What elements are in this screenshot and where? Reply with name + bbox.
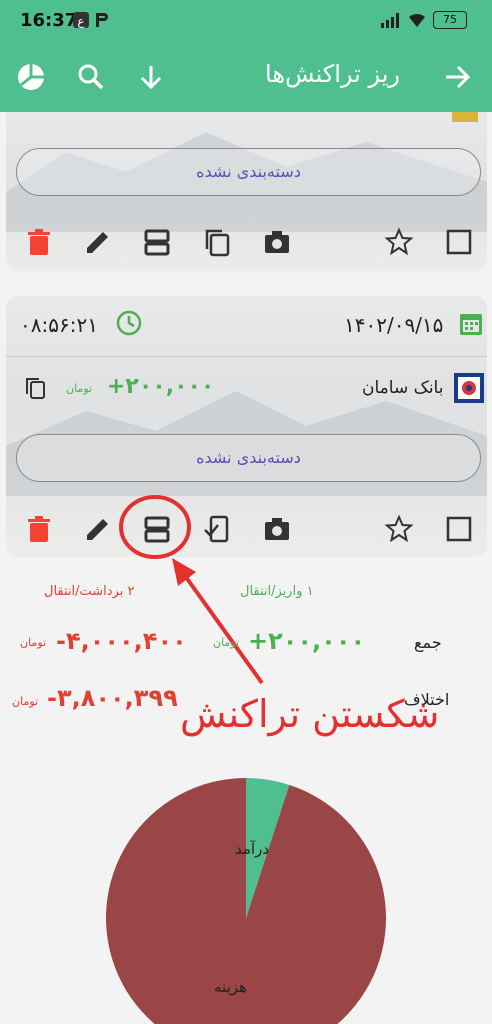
currency-label: تومان xyxy=(66,382,93,395)
battery-icon: 75 xyxy=(433,11,467,29)
deposit-count-label: ۱ واریز/انتقال xyxy=(240,584,314,599)
withdraw-count-label: ۲ برداشت/انتقال xyxy=(44,584,135,599)
transaction-card-2: ۰۸:۵۶:۲۱ ۱۴۰۲/۰۹/۱۵ تومان +۲۰۰,۰۰۰ بانک … xyxy=(6,296,487,557)
camera-icon[interactable] xyxy=(262,227,292,257)
app-notification-icon: ع xyxy=(73,12,89,28)
currency-label: تومان xyxy=(20,636,47,649)
wifi-icon xyxy=(409,13,425,27)
page-title: ریز تراکنش‌ها xyxy=(265,60,400,88)
edit-icon[interactable] xyxy=(83,514,113,544)
bank-saman-logo-icon xyxy=(454,373,484,403)
clock-icon xyxy=(116,310,142,336)
split-transaction-icon[interactable] xyxy=(142,227,172,257)
category-pill[interactable]: دسته‌بندی نشده xyxy=(16,148,481,196)
back-arrow-icon[interactable] xyxy=(442,62,472,92)
deposit-total: +۲۰۰,۰۰۰ xyxy=(248,627,366,655)
transaction-time: ۰۸:۵۶:۲۱ xyxy=(20,313,98,337)
split-confirm-icon[interactable] xyxy=(202,514,232,544)
divider xyxy=(6,356,487,357)
app-p-icon xyxy=(96,13,108,27)
delete-icon[interactable] xyxy=(24,227,54,257)
pie-label-expense: هزینه xyxy=(214,978,247,996)
status-bar: 16:37 ع 75 xyxy=(0,0,492,42)
pie-label-income: درآمد xyxy=(235,840,269,858)
status-time: 16:37 xyxy=(20,10,78,31)
transaction-card-1: دسته‌بندی نشده xyxy=(6,112,487,271)
bank-name: بانک سامان xyxy=(362,378,444,398)
annotation-text: شکستن تراکنش xyxy=(180,692,440,736)
signal-icon xyxy=(381,13,399,28)
sort-down-icon[interactable] xyxy=(136,62,166,92)
app-bar: ریز تراکنش‌ها xyxy=(0,42,492,112)
annotation-arrowhead xyxy=(172,558,196,586)
calendar-icon xyxy=(460,314,482,335)
star-icon[interactable] xyxy=(384,227,414,257)
star-icon[interactable] xyxy=(384,514,414,544)
transaction-date: ۱۴۰۲/۰۹/۱۵ xyxy=(344,313,444,337)
select-checkbox[interactable] xyxy=(444,514,474,544)
copy-icon[interactable] xyxy=(24,376,46,400)
bank-logo-icon xyxy=(452,112,478,122)
difference-total: -۳,۸۰۰,۳۹۹ xyxy=(47,684,178,712)
svg-text:ع: ع xyxy=(77,14,85,28)
edit-icon[interactable] xyxy=(83,227,113,257)
currency-label: تومان xyxy=(213,636,240,649)
withdraw-total: -۴,۰۰۰,۴۰۰ xyxy=(56,627,187,655)
delete-icon[interactable] xyxy=(24,514,54,544)
transaction-amount: +۲۰۰,۰۰۰ xyxy=(107,374,215,399)
category-pill[interactable]: دسته‌بندی نشده xyxy=(16,434,481,482)
search-icon[interactable] xyxy=(76,62,106,92)
camera-icon[interactable] xyxy=(262,514,292,544)
select-checkbox[interactable] xyxy=(444,227,474,257)
battery-level: 75 xyxy=(443,13,457,26)
pie-chart-icon[interactable] xyxy=(16,62,46,92)
copy-icon[interactable] xyxy=(202,227,232,257)
split-transaction-icon[interactable] xyxy=(142,514,172,544)
currency-label: تومان xyxy=(12,695,39,708)
total-label: جمع xyxy=(414,633,442,652)
